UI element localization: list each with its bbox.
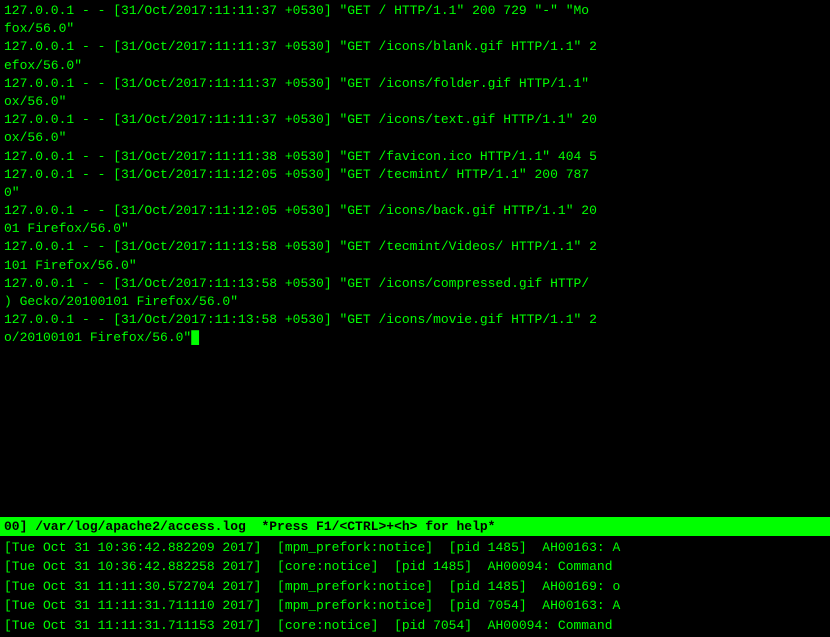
bottom-log-line: [Tue Oct 31 11:11:31.711153 2017] [core:… bbox=[4, 616, 826, 636]
log-line: 127.0.0.1 - - [31/Oct/2017:11:13:58 +053… bbox=[4, 275, 826, 293]
log-line: efox/56.0" bbox=[4, 57, 826, 75]
bottom-log-area: [Tue Oct 31 10:36:42.882209 2017] [mpm_p… bbox=[0, 536, 830, 637]
terminal-container: 127.0.0.1 - - [31/Oct/2017:11:11:37 +053… bbox=[0, 0, 830, 637]
log-line: 127.0.0.1 - - [31/Oct/2017:11:11:37 +053… bbox=[4, 2, 826, 20]
bottom-log-line: [Tue Oct 31 11:11:31.711110 2017] [mpm_p… bbox=[4, 596, 826, 616]
log-line: 127.0.0.1 - - [31/Oct/2017:11:11:37 +053… bbox=[4, 38, 826, 56]
log-line: ox/56.0" bbox=[4, 129, 826, 147]
empty-area bbox=[0, 387, 830, 517]
log-line: 0" bbox=[4, 184, 826, 202]
log-line: 101 Firefox/56.0" bbox=[4, 257, 826, 275]
log-line: 01 Firefox/56.0" bbox=[4, 220, 826, 238]
log-line: 127.0.0.1 - - [31/Oct/2017:11:12:05 +053… bbox=[4, 202, 826, 220]
status-bar: 00] /var/log/apache2/access.log *Press F… bbox=[0, 517, 830, 536]
log-line: 127.0.0.1 - - [31/Oct/2017:11:11:37 +053… bbox=[4, 75, 826, 93]
log-line: 127.0.0.1 - - [31/Oct/2017:11:13:58 +053… bbox=[4, 311, 826, 329]
terminal-main-log: 127.0.0.1 - - [31/Oct/2017:11:11:37 +053… bbox=[0, 0, 830, 387]
log-line: 127.0.0.1 - - [31/Oct/2017:11:12:05 +053… bbox=[4, 166, 826, 184]
bottom-log-line: [Tue Oct 31 10:36:42.882209 2017] [mpm_p… bbox=[4, 538, 826, 558]
log-line: ox/56.0" bbox=[4, 93, 826, 111]
log-line: 127.0.0.1 - - [31/Oct/2017:11:11:37 +053… bbox=[4, 111, 826, 129]
log-line: ) Gecko/20100101 Firefox/56.0" bbox=[4, 293, 826, 311]
bottom-log-line: [Tue Oct 31 11:11:30.572704 2017] [mpm_p… bbox=[4, 577, 826, 597]
log-line: 127.0.0.1 - - [31/Oct/2017:11:11:38 +053… bbox=[4, 148, 826, 166]
log-line: fox/56.0" bbox=[4, 20, 826, 38]
log-line: 127.0.0.1 - - [31/Oct/2017:11:13:58 +053… bbox=[4, 238, 826, 256]
log-line: o/20100101 Firefox/56.0"█ bbox=[4, 329, 826, 347]
bottom-log-line: [Tue Oct 31 10:36:42.882258 2017] [core:… bbox=[4, 557, 826, 577]
